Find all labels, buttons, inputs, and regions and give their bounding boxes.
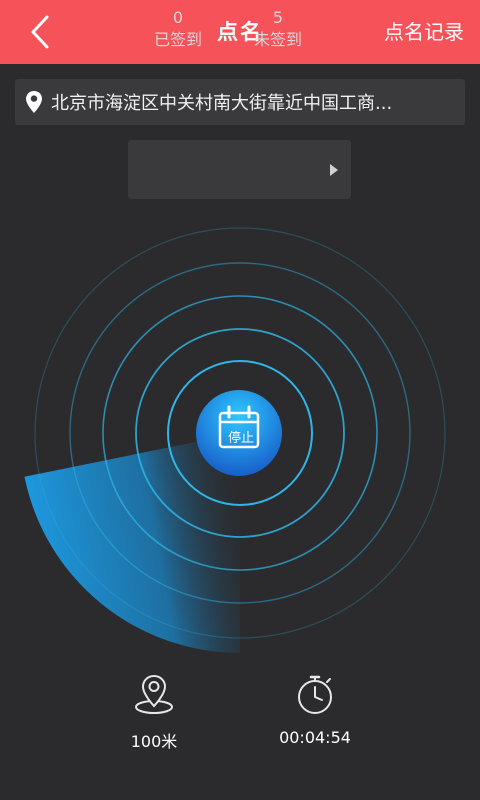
not-signed-in-count[interactable]: 5 未签到 <box>238 8 318 52</box>
location-address: 北京市海淀区中关村南大街靠近中国工商... <box>51 93 393 114</box>
attendance-summary <box>128 140 351 199</box>
elapsed-time: 00:04:54 <box>279 728 351 747</box>
stop-button[interactable] <box>195 389 283 477</box>
signed-in-label: 已签到 <box>153 30 202 49</box>
timer-stat: 00:04:54 <box>255 672 375 747</box>
stopwatch-icon <box>298 675 332 714</box>
location-bar: 北京市海淀区中关村南大街靠近中国工商... <box>15 79 465 125</box>
back-button[interactable] <box>18 10 62 54</box>
location-range-icon <box>135 674 173 714</box>
attendance-detail-button[interactable] <box>322 156 346 184</box>
not-signed-in-label: 未签到 <box>253 30 302 49</box>
signed-in-number: 0 <box>172 8 184 27</box>
triangle-right-icon <box>330 164 338 176</box>
chevron-left-icon <box>31 15 49 49</box>
radar-sweep <box>24 433 240 653</box>
map-pin-icon <box>26 91 42 113</box>
signed-in-count[interactable]: 0 已签到 <box>138 8 218 52</box>
range-stat: 100米 <box>94 672 214 752</box>
not-signed-in-number: 5 <box>272 8 284 27</box>
range-value: 100米 <box>130 732 178 751</box>
roll-call-records-button[interactable]: 点名记录 <box>384 0 464 64</box>
